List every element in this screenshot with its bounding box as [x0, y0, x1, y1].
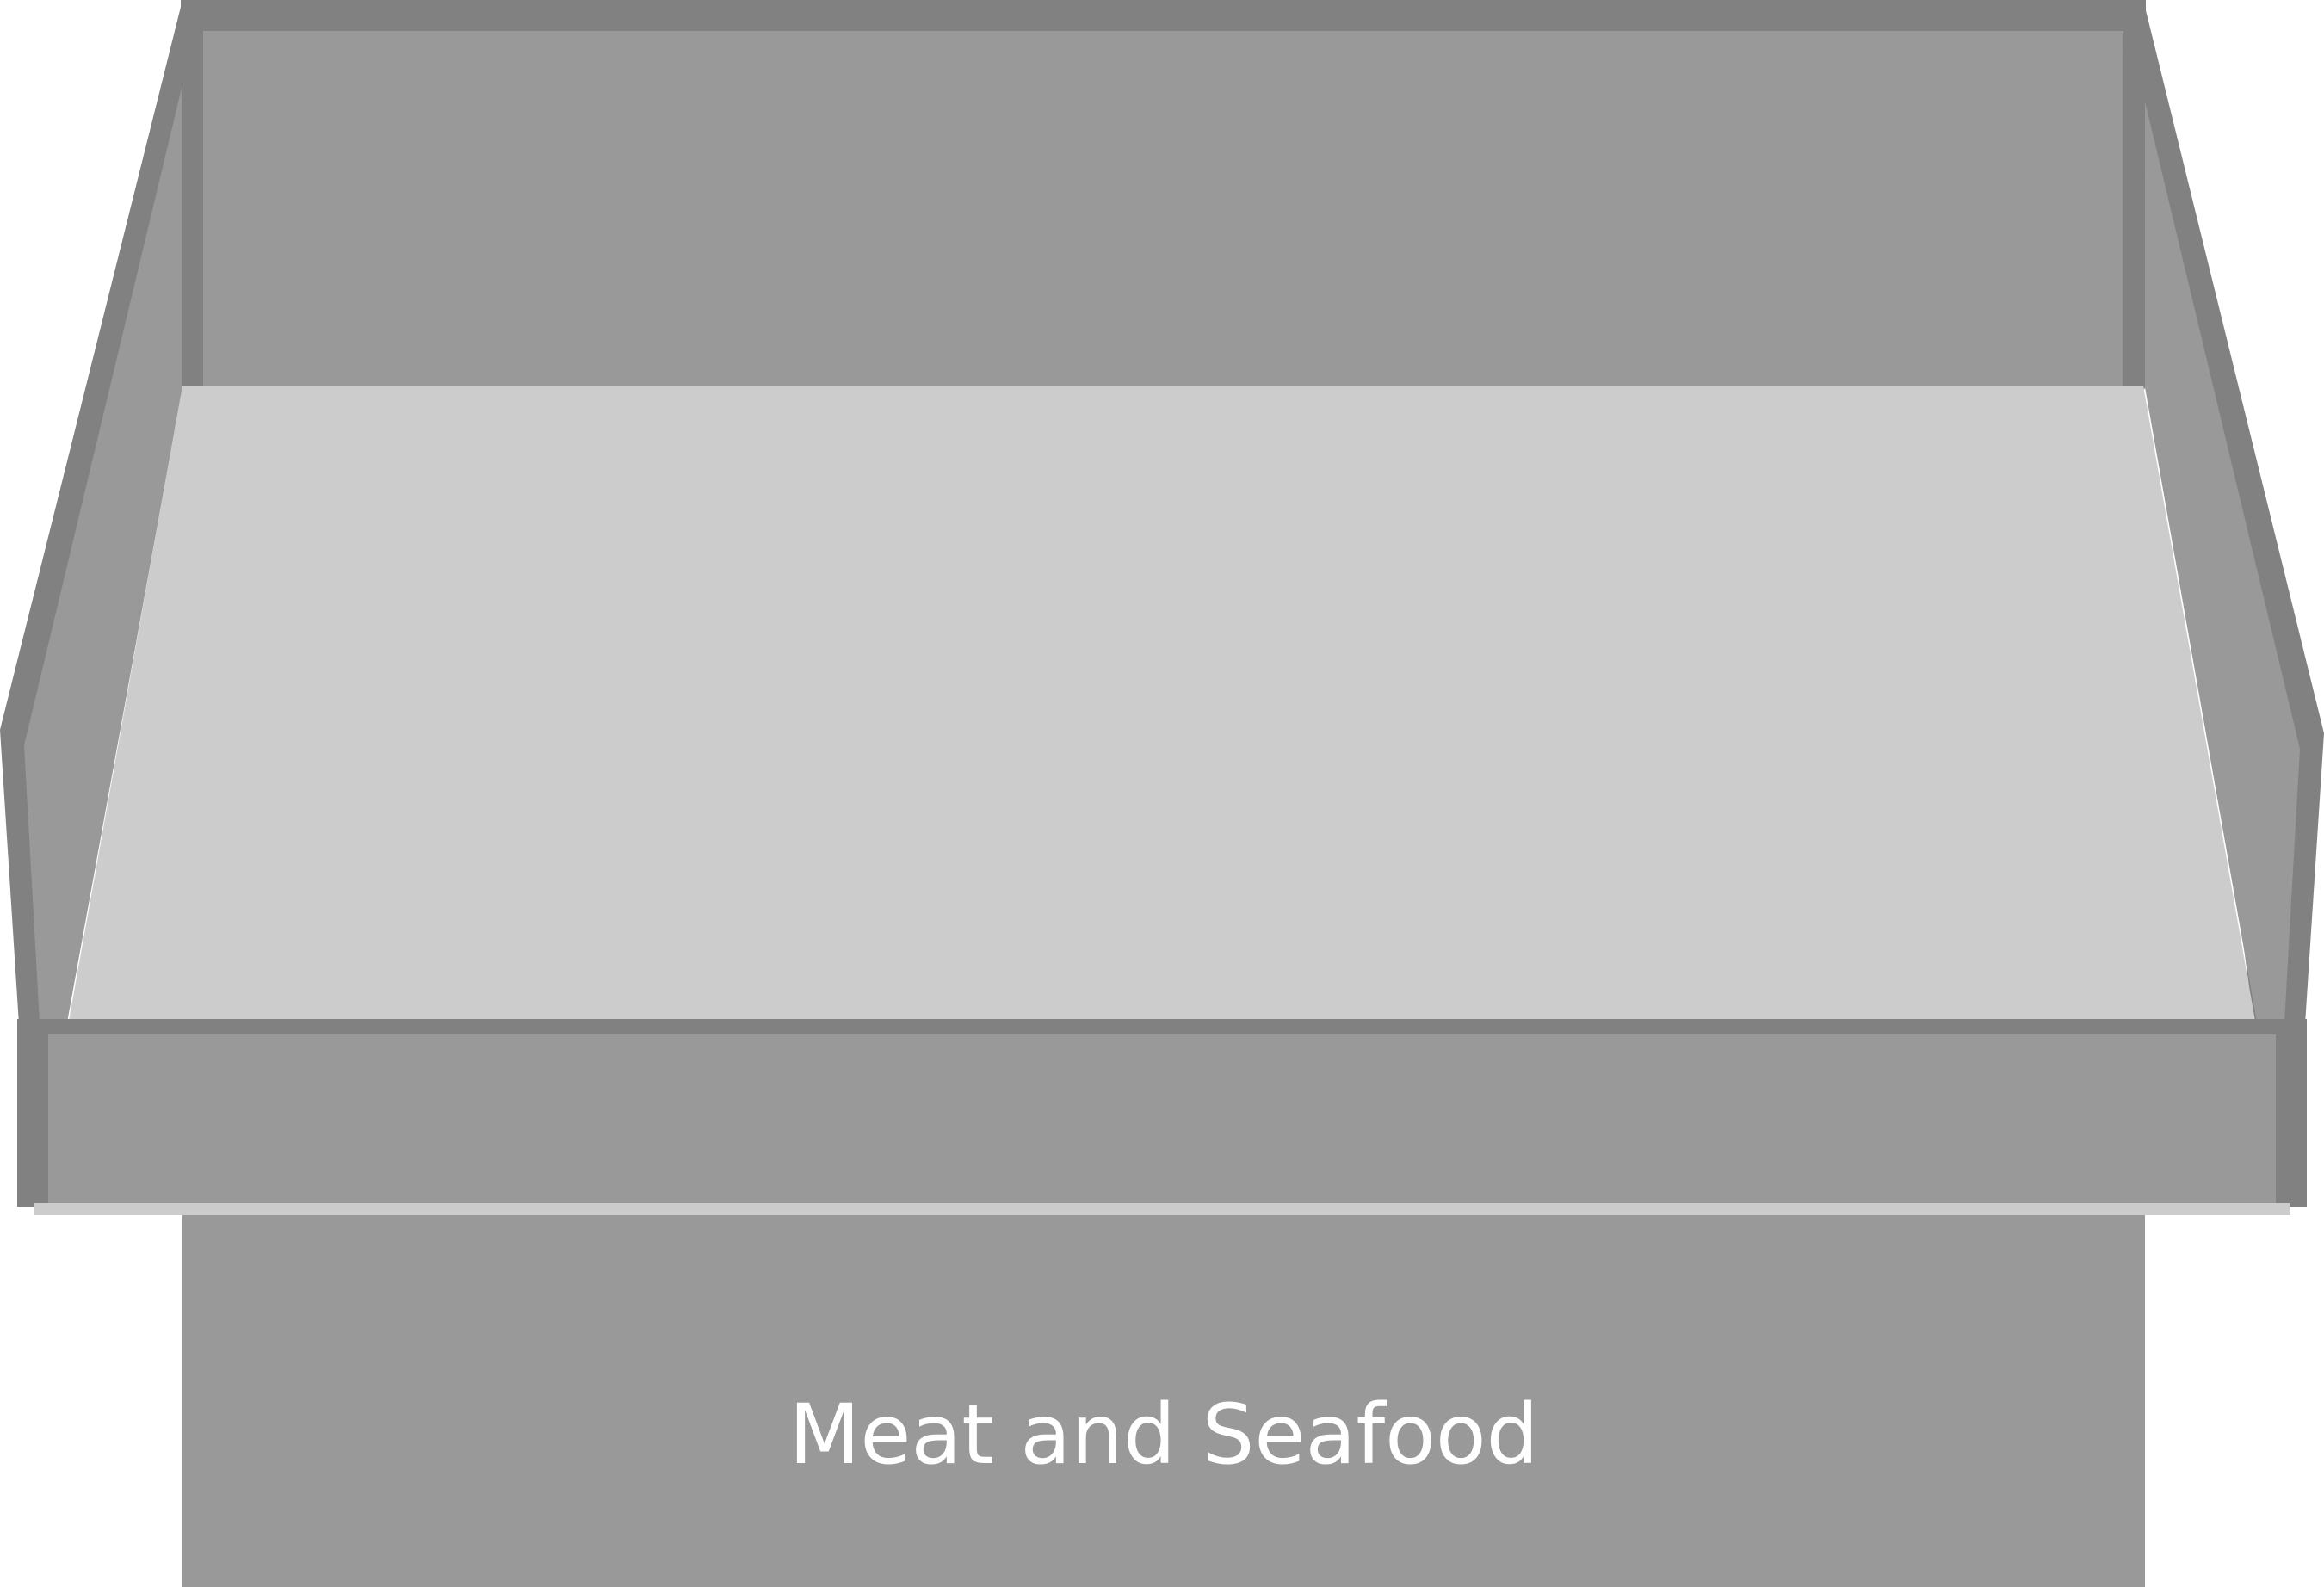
case-front-rail-panel: [48, 1034, 2276, 1203]
meat-seafood-display-case: Meat and Seafood: [0, 0, 2324, 1587]
case-back-wall: [182, 10, 2145, 389]
case-back-rim: [181, 0, 2145, 31]
case-display-floor: [69, 386, 2255, 1021]
case-ledge: [34, 1203, 2290, 1215]
case-label-text: Meat and Seafood: [788, 1386, 1538, 1483]
